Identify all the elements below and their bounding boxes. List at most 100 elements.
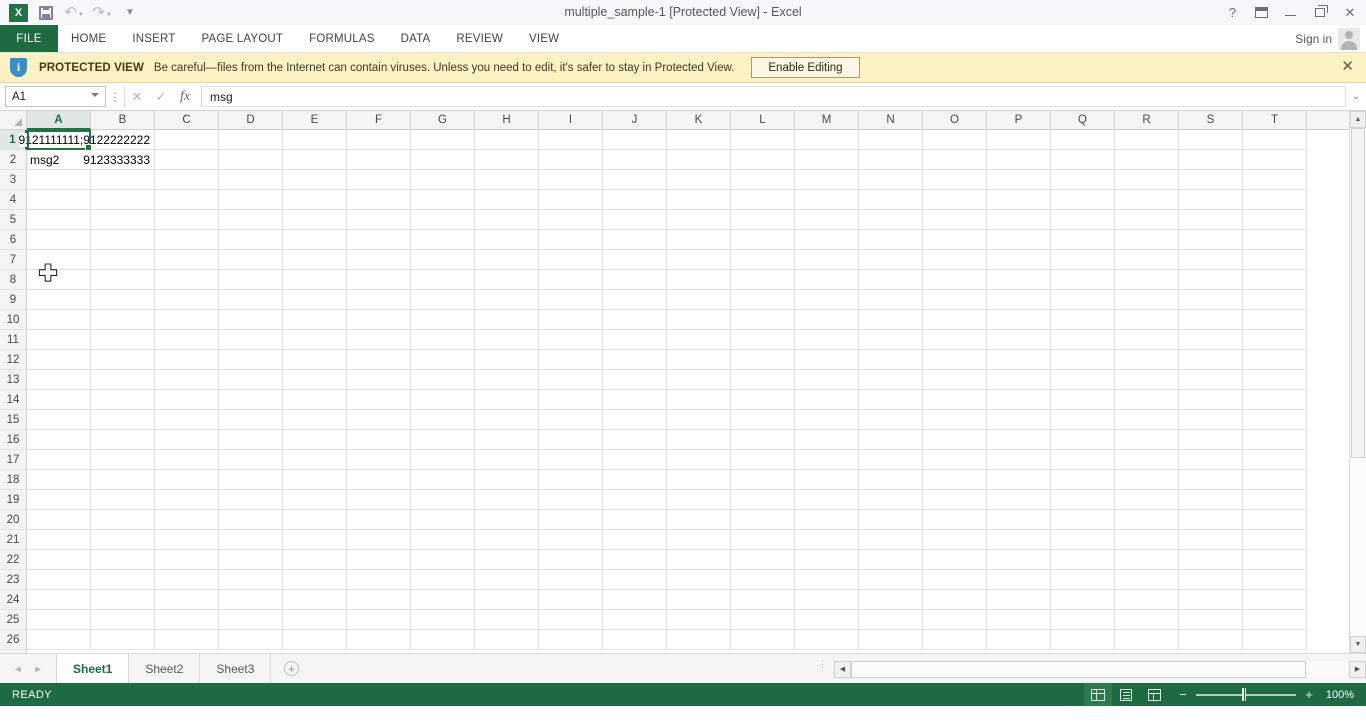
cell-E22[interactable] [283,550,347,570]
cell-M25[interactable] [795,610,859,630]
cell-S9[interactable] [1179,290,1243,310]
column-header-j[interactable]: J [603,111,667,129]
cell-H22[interactable] [475,550,539,570]
cell-B13[interactable] [91,370,155,390]
cell-B11[interactable] [91,330,155,350]
cell-F13[interactable] [347,370,411,390]
cell-M19[interactable] [795,490,859,510]
cell-M11[interactable] [795,330,859,350]
cell-A14[interactable] [27,390,91,410]
row-header-14[interactable]: 14 [0,390,26,410]
cell-I8[interactable] [539,270,603,290]
cell-E6[interactable] [283,230,347,250]
cell-K18[interactable] [667,470,731,490]
cell-T8[interactable] [1243,270,1307,290]
help-icon[interactable]: ? [1218,0,1247,25]
cell-R16[interactable] [1115,430,1179,450]
cell-I23[interactable] [539,570,603,590]
cell-S4[interactable] [1179,190,1243,210]
cell-O13[interactable] [923,370,987,390]
cell-E11[interactable] [283,330,347,350]
cell-O24[interactable] [923,590,987,610]
cell-J13[interactable] [603,370,667,390]
scroll-right-icon[interactable]: ▶ [1349,660,1366,678]
cell-P23[interactable] [987,570,1051,590]
tab-home[interactable]: HOME [58,25,119,52]
cell-K11[interactable] [667,330,731,350]
cell-I10[interactable] [539,310,603,330]
cell-C6[interactable] [155,230,219,250]
cell-G7[interactable] [411,250,475,270]
cell-A8[interactable] [27,270,91,290]
row-header-26[interactable]: 26 [0,630,26,650]
cell-L17[interactable] [731,450,795,470]
cell-P26[interactable] [987,630,1051,650]
cell-O17[interactable] [923,450,987,470]
cell-P6[interactable] [987,230,1051,250]
cell-B6[interactable] [91,230,155,250]
cell-P1[interactable] [987,130,1051,150]
cell-T12[interactable] [1243,350,1307,370]
cell-T14[interactable] [1243,390,1307,410]
cell-P21[interactable] [987,530,1051,550]
cell-A17[interactable] [27,450,91,470]
cell-D1[interactable] [219,130,283,150]
vertical-scroll-thumb[interactable] [1351,128,1365,458]
cell-I11[interactable] [539,330,603,350]
cell-A24[interactable] [27,590,91,610]
cell-I14[interactable] [539,390,603,410]
cell-B9[interactable] [91,290,155,310]
row-header-21[interactable]: 21 [0,530,26,550]
cell-T13[interactable] [1243,370,1307,390]
cell-O21[interactable] [923,530,987,550]
cell-Q18[interactable] [1051,470,1115,490]
cell-S20[interactable] [1179,510,1243,530]
cell-Q2[interactable] [1051,150,1115,170]
cell-A5[interactable] [27,210,91,230]
enable-editing-button[interactable]: Enable Editing [751,57,860,78]
cell-P16[interactable] [987,430,1051,450]
cell-K4[interactable] [667,190,731,210]
column-header-g[interactable]: G [411,111,475,129]
cell-G25[interactable] [411,610,475,630]
cell-A2[interactable]: msg2 [27,150,91,170]
cell-C11[interactable] [155,330,219,350]
row-header-17[interactable]: 17 [0,450,26,470]
cell-F12[interactable] [347,350,411,370]
cell-R20[interactable] [1115,510,1179,530]
horizontal-scroll-thumb[interactable] [851,660,1306,678]
row-header-7[interactable]: 7 [0,250,26,270]
cell-K23[interactable] [667,570,731,590]
cell-L14[interactable] [731,390,795,410]
cell-G15[interactable] [411,410,475,430]
cell-J8[interactable] [603,270,667,290]
cell-Q9[interactable] [1051,290,1115,310]
column-header-m[interactable]: M [795,111,859,129]
cell-B5[interactable] [91,210,155,230]
cell-R17[interactable] [1115,450,1179,470]
cell-B26[interactable] [91,630,155,650]
cell-L18[interactable] [731,470,795,490]
column-header-f[interactable]: F [347,111,411,129]
cell-S5[interactable] [1179,210,1243,230]
vertical-scroll-track[interactable] [1350,128,1366,636]
cell-P11[interactable] [987,330,1051,350]
cell-A13[interactable] [27,370,91,390]
cell-B14[interactable] [91,390,155,410]
cell-M10[interactable] [795,310,859,330]
cell-R21[interactable] [1115,530,1179,550]
cell-P4[interactable] [987,190,1051,210]
cell-G24[interactable] [411,590,475,610]
cell-G22[interactable] [411,550,475,570]
cell-K16[interactable] [667,430,731,450]
scroll-up-icon[interactable]: ▲ [1350,111,1366,128]
cell-O4[interactable] [923,190,987,210]
cell-N10[interactable] [859,310,923,330]
zoom-out-button[interactable]: − [1174,688,1192,701]
cell-H1[interactable] [475,130,539,150]
restore-button[interactable] [1305,0,1334,25]
cell-L6[interactable] [731,230,795,250]
sheet-tab-sheet2[interactable]: Sheet2 [129,654,201,683]
cell-N22[interactable] [859,550,923,570]
cell-D19[interactable] [219,490,283,510]
